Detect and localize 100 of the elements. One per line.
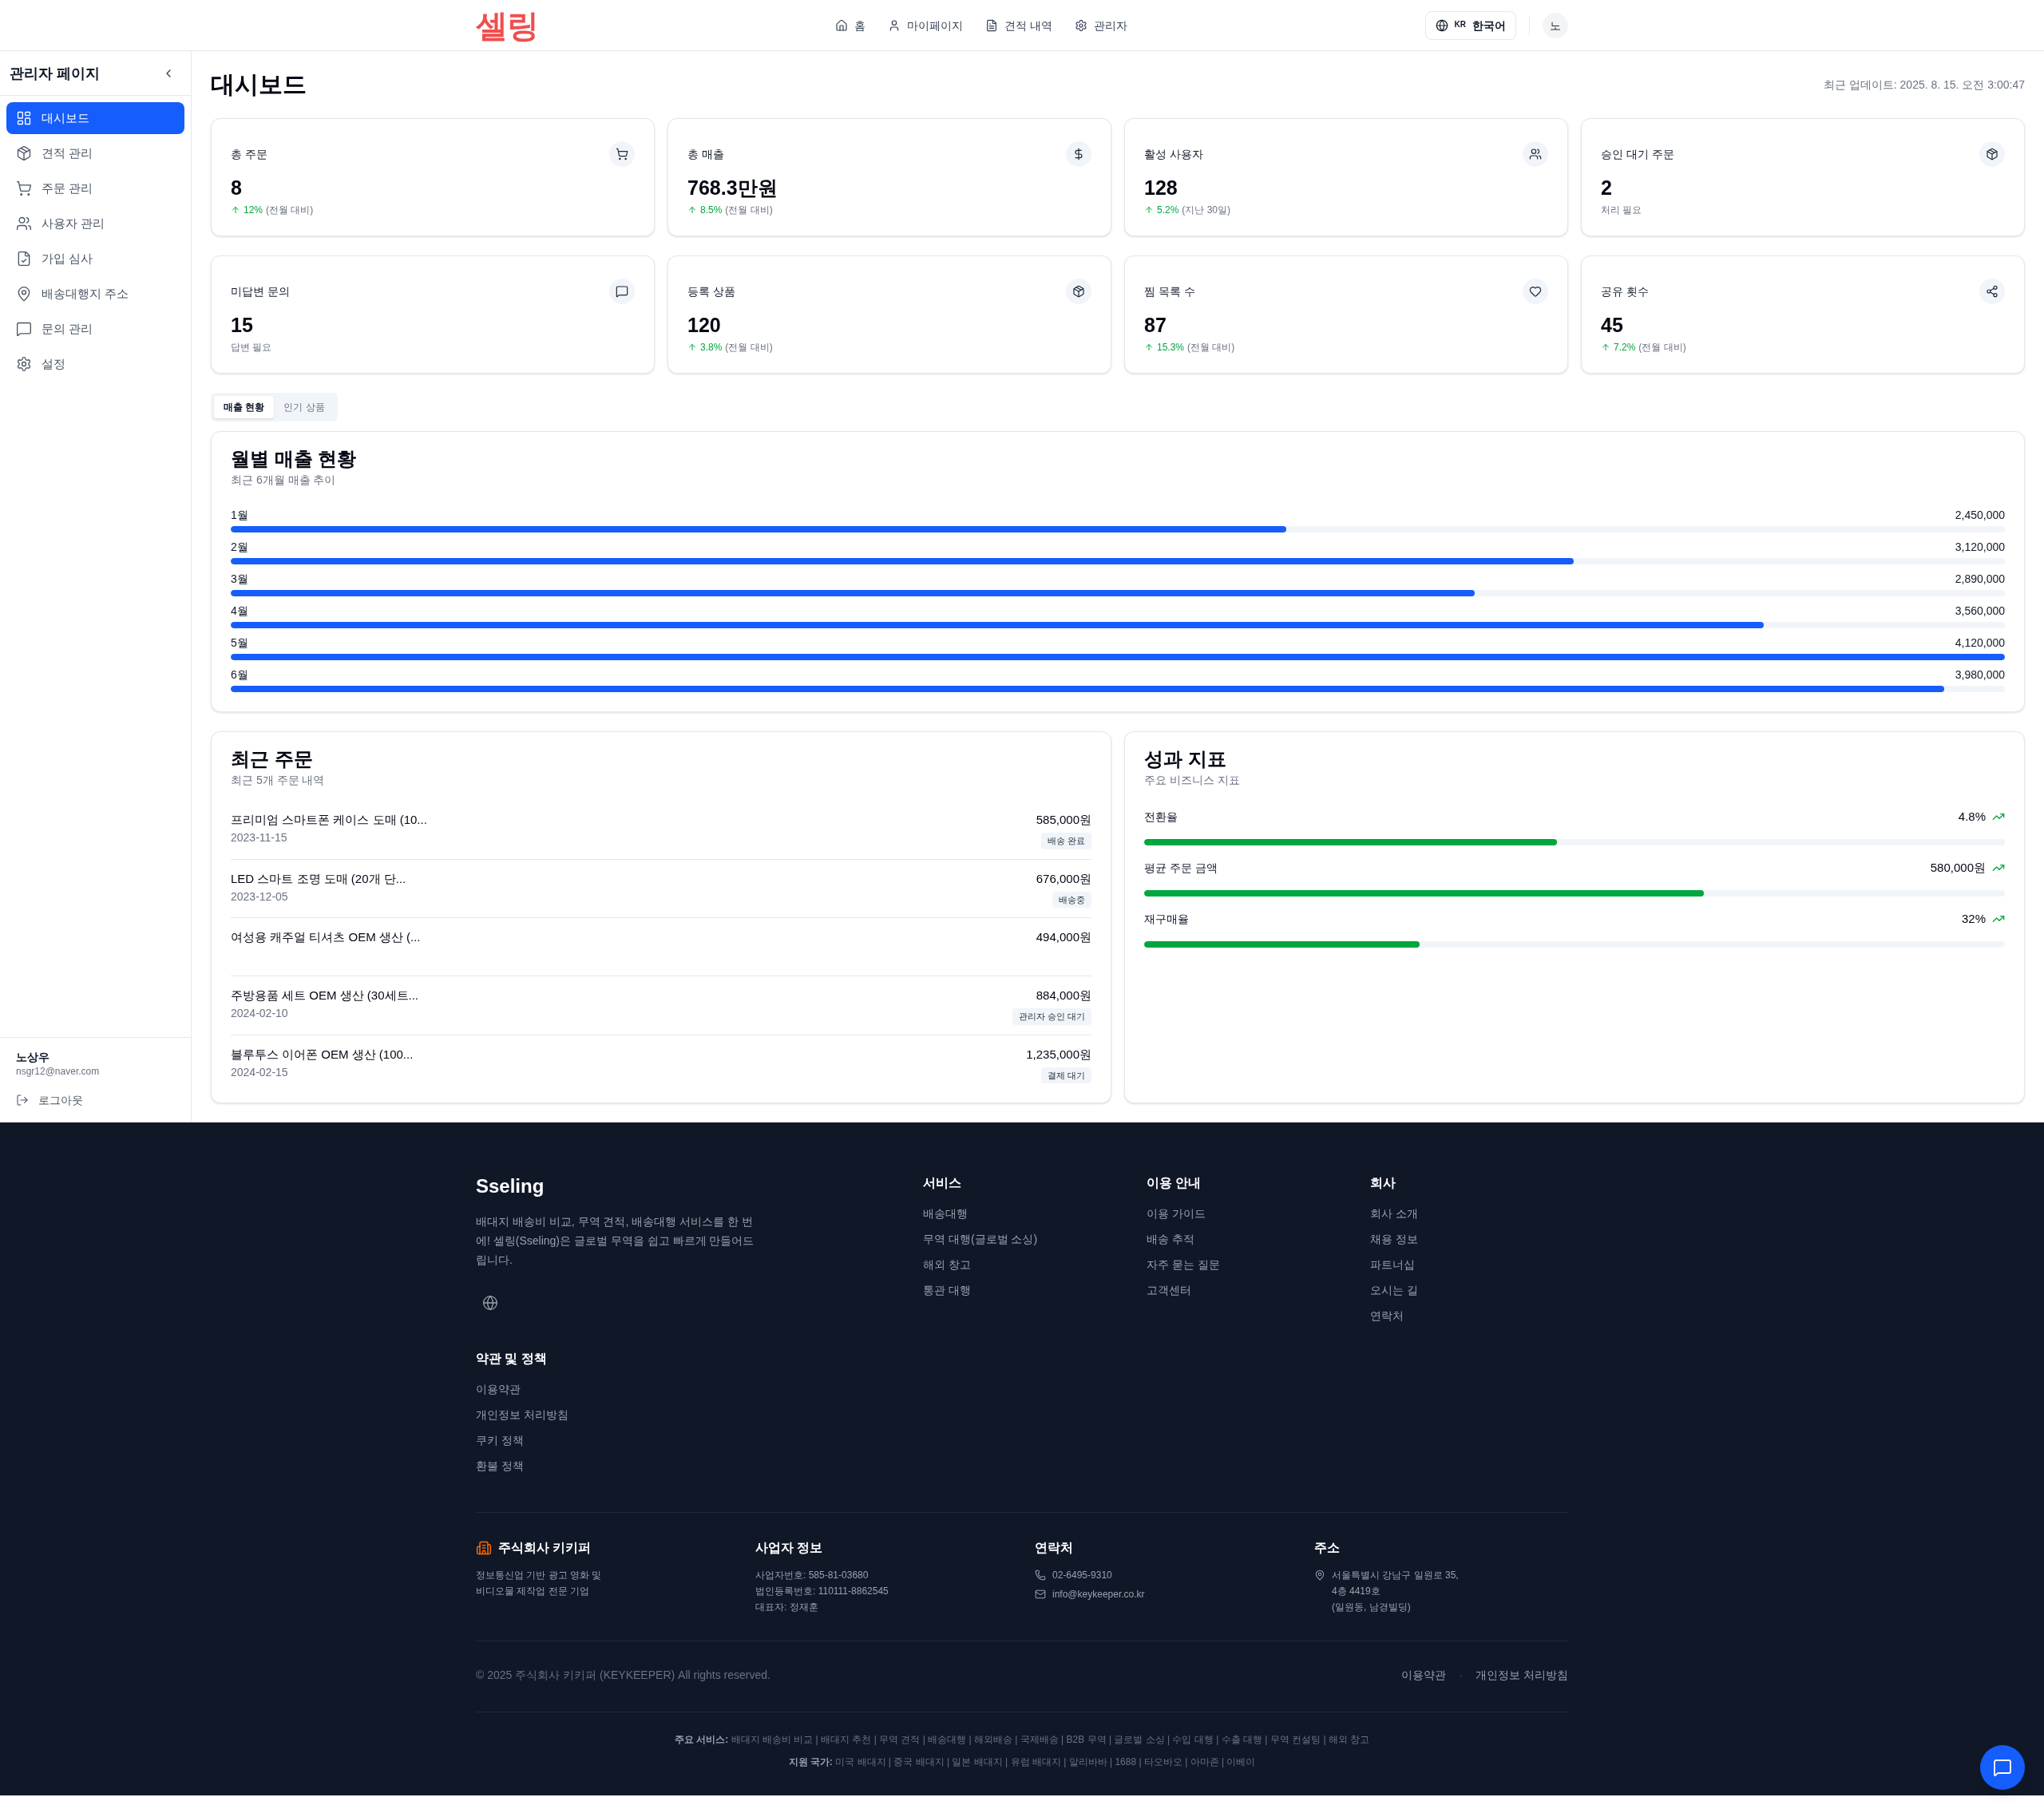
stat-value: 45	[1601, 313, 1624, 338]
month-label: 3월	[231, 572, 248, 587]
footer-brand: Sseling	[476, 1174, 545, 1198]
message-icon	[16, 321, 32, 337]
order-price: 676,000원	[1036, 870, 1091, 887]
month-label: 4월	[231, 604, 248, 619]
stat-value: 2	[1601, 176, 1613, 200]
logo[interactable]: 셀링	[476, 9, 538, 42]
language-code: KR	[1454, 19, 1466, 31]
footer-link[interactable]: 무역 대행(글로벌 소싱)	[923, 1231, 1121, 1247]
user-avatar[interactable]: 노	[1543, 12, 1568, 38]
footer-link[interactable]: 환불 정책	[476, 1458, 674, 1474]
sales-value: 3,120,000	[1955, 540, 2005, 555]
status-badge: 관리자 승인 대기	[1012, 1008, 1091, 1025]
stat-note: (전월 대비)	[725, 204, 773, 216]
mail-icon	[1035, 1589, 1046, 1600]
nav-link[interactable]: 마이페이지	[888, 17, 964, 34]
sales-value: 2,890,000	[1955, 572, 2005, 587]
arrow-up-icon	[687, 342, 697, 352]
nav-link[interactable]: 관리자	[1075, 17, 1128, 34]
stat-value: 128	[1144, 176, 1178, 200]
legal-link[interactable]: 이용약관	[1401, 1667, 1447, 1683]
footer-link[interactable]: 회사 소개	[1370, 1205, 1568, 1221]
message-icon	[1993, 1758, 2012, 1777]
metric-label: 재구매율	[1144, 912, 1189, 927]
sidebar-item[interactable]: 문의 관리	[6, 313, 184, 345]
sidebar-item[interactable]: 가입 심사	[6, 243, 184, 275]
footer-link[interactable]: 자주 묻는 질문	[1147, 1257, 1345, 1273]
order-title: 프리미엄 스마트폰 케이스 도매 (10...	[231, 812, 427, 828]
footer-link[interactable]: 개인정보 처리방침	[476, 1407, 674, 1423]
footer-link[interactable]: 통관 대행	[923, 1282, 1121, 1298]
footer-link[interactable]: 배송대행	[923, 1205, 1121, 1221]
box-icon	[1979, 141, 2005, 167]
footer-link[interactable]: 채용 정보	[1370, 1231, 1568, 1247]
business-info: 법인등록번호: 110111-8862545	[755, 1585, 889, 1598]
stat-change: 12%	[244, 204, 263, 216]
sidebar-item[interactable]: 견적 관리	[6, 137, 184, 169]
stat-change: 8.5%	[700, 204, 723, 216]
share-icon	[1979, 279, 2005, 304]
footer-link[interactable]: 고객센터	[1147, 1282, 1345, 1298]
footer-link[interactable]: 해외 창고	[923, 1257, 1121, 1273]
footer-link[interactable]: 쿠키 정책	[476, 1432, 674, 1448]
order-price: 585,000원	[1036, 812, 1091, 828]
nav-link[interactable]: 홈	[835, 17, 866, 34]
tab[interactable]: 인기 상품	[274, 396, 335, 418]
sidebar-item[interactable]: 설정	[6, 348, 184, 380]
language-button[interactable]: KR 한국어	[1424, 10, 1516, 40]
arrow-up-icon	[1144, 205, 1154, 215]
status-badge: 결제 대기	[1040, 1067, 1091, 1083]
home-icon	[835, 18, 849, 32]
sales-value: 3,980,000	[1955, 667, 2005, 683]
building-icon	[476, 1540, 492, 1556]
email-link[interactable]: info@keykeeper.co.kr	[1052, 1586, 1145, 1602]
language-label: 한국어	[1472, 18, 1506, 34]
stat-label: 미답변 문의	[231, 284, 290, 299]
sales-value: 4,120,000	[1955, 635, 2005, 651]
sidebar-item[interactable]: 배송대행지 주소	[6, 278, 184, 310]
nav-link[interactable]: 견적 내역	[985, 17, 1053, 34]
status-badge: 배송 완료	[1040, 833, 1091, 849]
footer-heading: 주소	[1314, 1540, 1341, 1556]
month-label: 1월	[231, 508, 248, 523]
order-date: 2023-12-05	[231, 889, 289, 904]
order-title: LED 스마트 조명 도매 (20개 단...	[231, 870, 406, 887]
legal-link[interactable]: 개인정보 처리방침	[1476, 1667, 1568, 1683]
order-date: 2023-11-15	[231, 830, 288, 845]
status-badge: 배송중	[1052, 891, 1091, 908]
stat-label: 공유 횟수	[1601, 284, 1649, 299]
stat-change: 15.3%	[1157, 341, 1185, 354]
order-title: 주방용품 세트 OEM 생산 (30세트...	[231, 988, 419, 1003]
footer-link[interactable]: 오시는 길	[1370, 1282, 1568, 1298]
sidebar-item[interactable]: 사용자 관리	[6, 208, 184, 239]
sidebar-item[interactable]: 대시보드	[6, 102, 184, 134]
footer-link[interactable]: 파트너십	[1370, 1257, 1568, 1273]
card-title: 월별 매출 현황	[231, 447, 358, 471]
order-date: 2024-02-10	[231, 1006, 289, 1021]
stat-label: 승인 대기 주문	[1601, 147, 1674, 162]
tab[interactable]: 매출 현황	[214, 396, 275, 418]
sales-value: 2,450,000	[1955, 508, 2005, 523]
service-keywords: 지원 국가: 미국 배대지 | 중국 배대지 | 일본 배대지 | 유럽 배대지 | 알리바바 | 1688 | 타오바오 | 아마존 | 이베이	[788, 1756, 1256, 1769]
cart-icon	[16, 180, 32, 196]
box-icon	[1066, 279, 1091, 304]
address-text: 서울특별시 강남구 일원로 35, 4층 4419호 (일원동, 남경빌딩)	[1332, 1569, 1459, 1614]
footer-link[interactable]: 이용약관	[476, 1381, 674, 1397]
user-email: nsgr12@naver.com	[16, 1065, 101, 1078]
stat-note: (전월 대비)	[1638, 341, 1686, 354]
footer-link[interactable]: 연락처	[1370, 1308, 1568, 1324]
footer-link[interactable]: 이용 가이드	[1147, 1205, 1345, 1221]
stat-note: (지난 30일)	[1182, 204, 1231, 216]
phone-number: 02-6495-9310	[1052, 1569, 1112, 1582]
arrow-up-icon	[1601, 342, 1610, 352]
stat-value: 15	[231, 313, 254, 338]
logout-button[interactable]: 로그아웃	[11, 1087, 88, 1113]
sidebar-item[interactable]: 주문 관리	[6, 172, 184, 204]
order-price: 884,000원	[1036, 988, 1091, 1003]
footer-link[interactable]: 배송 추적	[1147, 1231, 1345, 1247]
dollar-icon	[1066, 141, 1091, 167]
sales-value: 3,560,000	[1955, 604, 2005, 619]
page-title: 대시보드	[211, 70, 307, 99]
stat-value: 120	[687, 313, 722, 338]
settings-icon	[16, 356, 32, 372]
